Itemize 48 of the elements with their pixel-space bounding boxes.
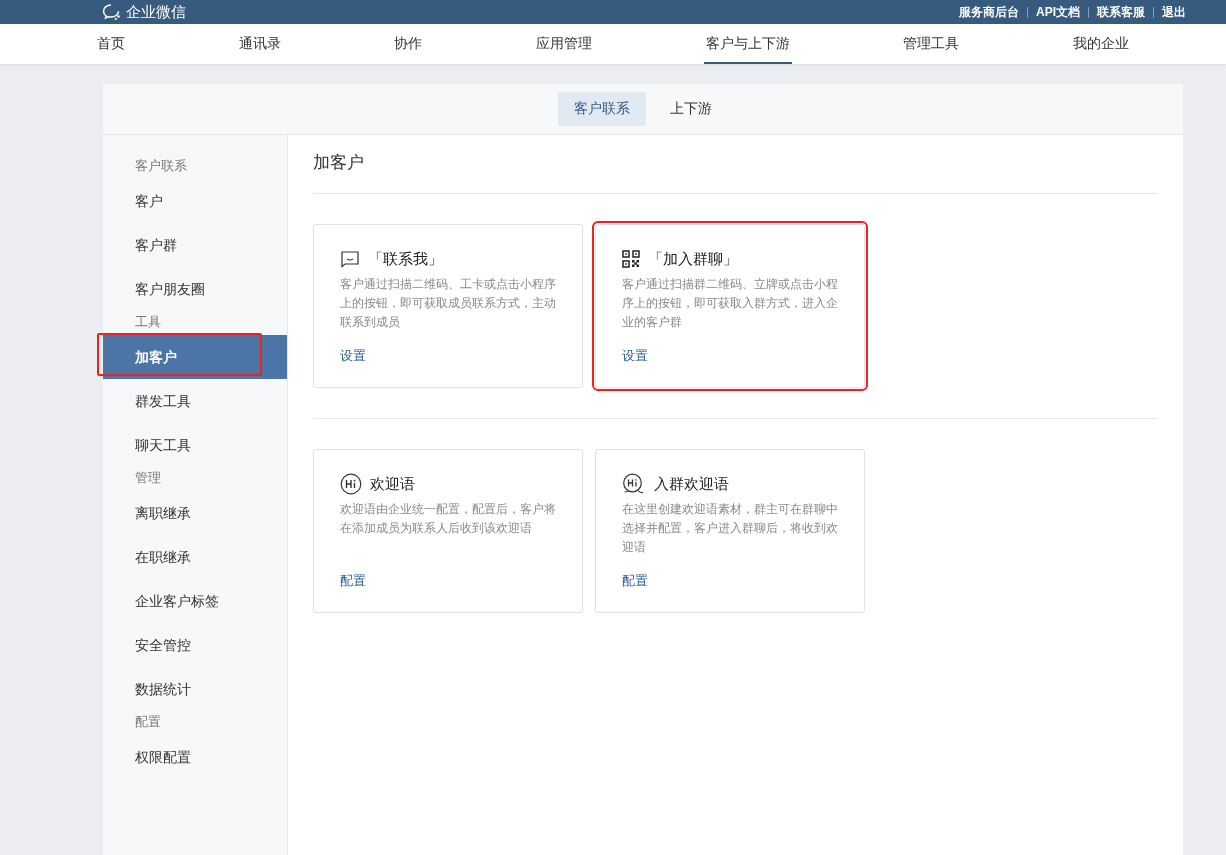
qr-code-icon	[622, 250, 640, 268]
card-description: 客户通过扫描二维码、工卡或点击小程序上的按钮，即可获取成员联系方式，主动联系到成员	[340, 276, 556, 331]
sidebar-item[interactable]: 客户	[103, 179, 287, 223]
sidebar-item[interactable]: 群发工具	[103, 379, 287, 423]
card-description: 欢迎语由企业统一配置，配置后，客户将在添加成员为联系人后收到该欢迎语	[340, 501, 556, 537]
chat-bubble-icon	[102, 3, 122, 21]
header-link[interactable]: API文档	[1036, 3, 1080, 21]
page-title: 加客户	[313, 135, 1158, 194]
sidebar-section-label: 客户联系	[134, 157, 188, 175]
card-link[interactable]: 设置	[340, 347, 366, 365]
hi-chat-bubble-icon	[622, 473, 646, 495]
nav-tab[interactable]: 管理工具	[901, 24, 962, 64]
nav-tab[interactable]: 首页	[94, 24, 127, 64]
nav-tab[interactable]: 通讯录	[236, 24, 283, 64]
sidebar-item[interactable]: 权限配置	[103, 735, 287, 779]
card-description: 在这里创建欢迎语素材，群主可在群聊中选择并配置，客户进入群聊后，将收到欢迎语	[622, 501, 838, 556]
nav-tab[interactable]: 应用管理	[533, 24, 594, 64]
header-link[interactable]: 退出	[1162, 3, 1186, 21]
card-link[interactable]: 配置	[340, 572, 366, 590]
sidebar-item[interactable]: 聊天工具	[103, 423, 287, 467]
nav-tab[interactable]: 客户与上下游	[703, 24, 792, 64]
sidebar-item[interactable]: 加客户	[103, 335, 287, 379]
brand-name: 企业微信	[126, 2, 186, 22]
nav-tab[interactable]: 我的企业	[1071, 24, 1132, 64]
header-link[interactable]: 服务商后台	[959, 3, 1019, 21]
sidebar-section-label: 配置	[134, 713, 162, 731]
sidebar-item[interactable]: 在职继承	[103, 535, 287, 579]
sidebar-item[interactable]: 客户朋友圈	[103, 267, 287, 311]
card-title: 「联系我」	[368, 249, 443, 269]
sidebar-item[interactable]: 企业客户标签	[103, 579, 287, 623]
hi-circle-icon	[340, 473, 362, 495]
card-link[interactable]: 设置	[622, 347, 648, 365]
card-title: 入群欢迎语	[654, 474, 729, 494]
message-icon	[340, 250, 360, 268]
sub-tab[interactable]: 客户联系	[558, 92, 646, 126]
card-title: 「加入群聊」	[648, 249, 738, 269]
sidebar-section-label: 管理	[134, 469, 162, 487]
sub-tab[interactable]: 上下游	[654, 92, 728, 126]
card-description: 客户通过扫描群二维码、立牌或点击小程序上的按钮，即可获取入群方式，进入企业的客户群	[622, 276, 838, 331]
sidebar-item[interactable]: 客户群	[103, 223, 287, 267]
sidebar-section-label: 工具	[134, 313, 162, 331]
sidebar-item[interactable]: 数据统计	[103, 667, 287, 711]
sidebar-item[interactable]: 安全管控	[103, 623, 287, 667]
header-link[interactable]: 联系客服	[1097, 3, 1145, 21]
card-link[interactable]: 配置	[622, 572, 648, 590]
card-title: 欢迎语	[370, 474, 415, 494]
sidebar-item[interactable]: 离职继承	[103, 491, 287, 535]
nav-tab[interactable]: 协作	[392, 24, 425, 64]
